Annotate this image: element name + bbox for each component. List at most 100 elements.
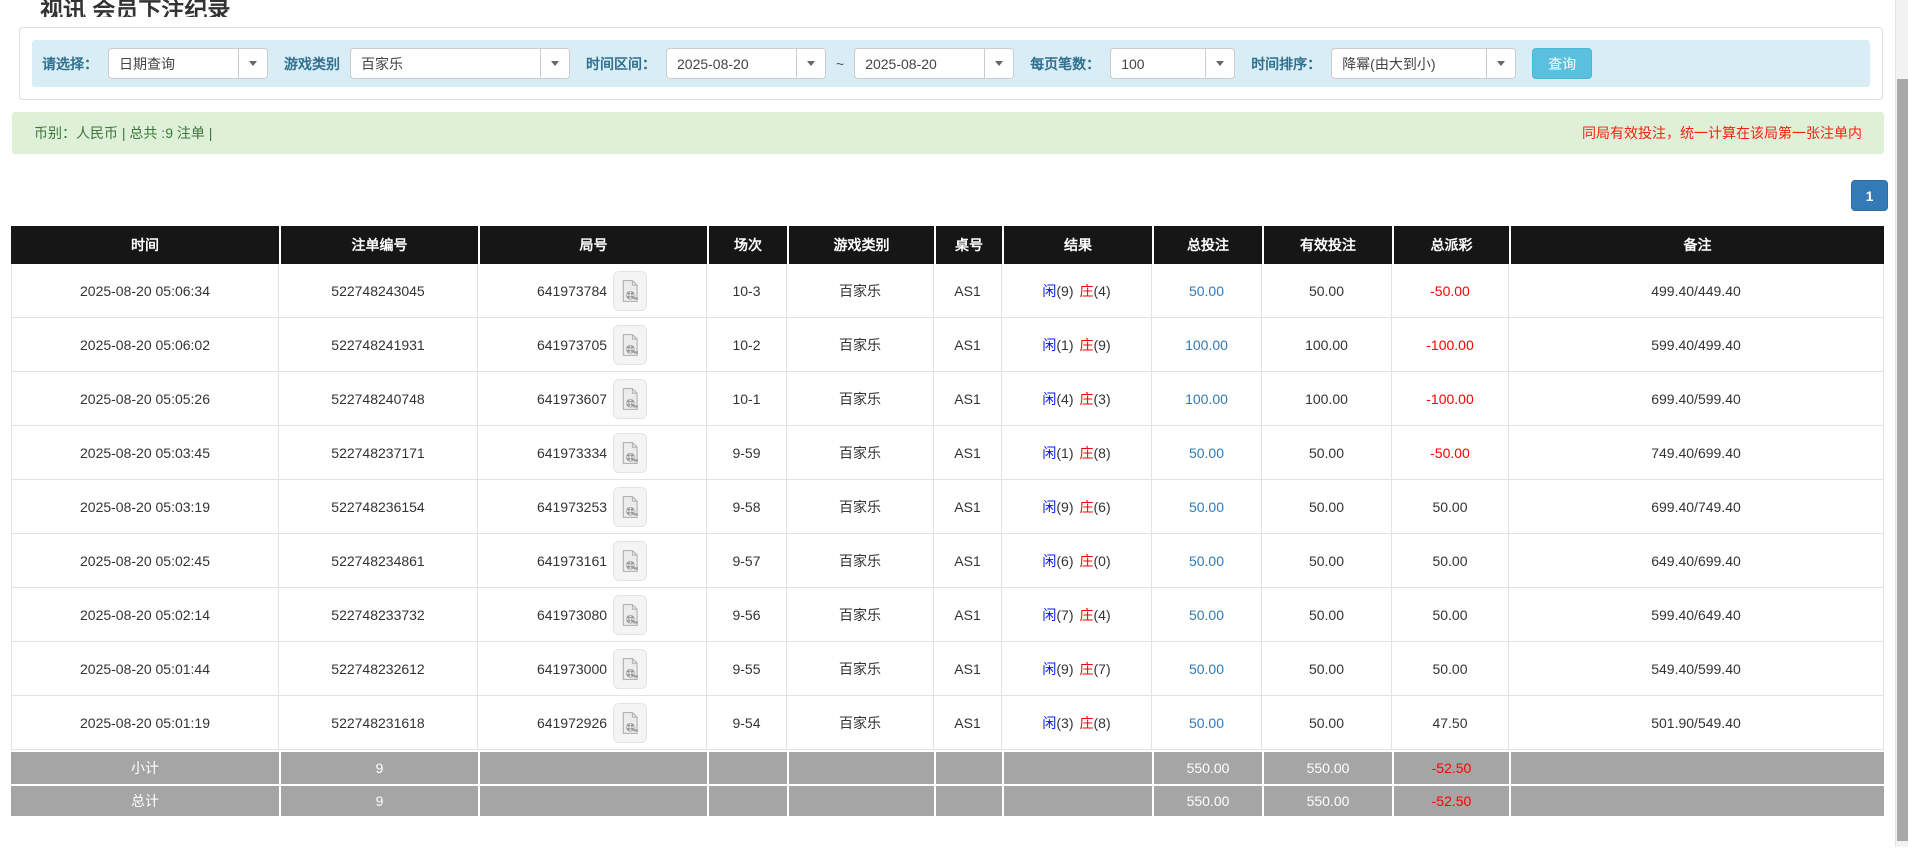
date-from-input[interactable]: 2025-08-20 <box>666 48 826 79</box>
header-session: 场次 <box>707 226 787 264</box>
video-replay-icon[interactable] <box>613 541 647 581</box>
date-from-value: 2025-08-20 <box>667 49 796 78</box>
table-row: 2025-08-20 05:03:45 522748237171 6419733… <box>11 426 1884 480</box>
total-bet-cell: 50.00 <box>1152 642 1262 696</box>
remark-cell: 549.40/599.40 <box>1509 642 1884 696</box>
remark-cell: 649.40/699.40 <box>1509 534 1884 588</box>
player-result-label: 闲 <box>1042 607 1056 623</box>
valid-bet-cell: 50.00 <box>1262 426 1392 480</box>
round-cell: 641973705 <box>478 318 707 372</box>
time-cell: 2025-08-20 05:01:44 <box>11 642 279 696</box>
player-result-label: 闲 <box>1042 337 1056 353</box>
game-category-select[interactable]: 百家乐 <box>350 48 570 79</box>
video-replay-icon[interactable] <box>613 595 647 635</box>
session-cell: 9-58 <box>707 480 787 534</box>
date-to-value: 2025-08-20 <box>855 49 984 78</box>
video-replay-icon[interactable] <box>613 487 647 527</box>
filter-panel: 请选择： 日期查询 游戏类别 百家乐 时间区间： 2025-08-20 ~ 20… <box>19 27 1883 100</box>
player-result-score: (9) <box>1056 283 1073 299</box>
summary-bar: 币别：人民币 | 总共 :9 注单 | 同局有效投注，统一计算在该局第一张注单内 <box>12 112 1884 154</box>
time-sort-select[interactable]: 降幂(由大到小) <box>1331 48 1516 79</box>
game-cell: 百家乐 <box>787 318 934 372</box>
bet-id-cell: 522748243045 <box>279 264 478 318</box>
video-replay-icon[interactable] <box>613 433 647 473</box>
banker-result-label: 庄 <box>1080 661 1094 677</box>
subtotal-total-bet: 550.00 <box>1152 750 1262 784</box>
player-result-label: 闲 <box>1042 499 1056 515</box>
query-type-select[interactable]: 日期查询 <box>108 48 268 79</box>
header-valid-bet: 有效投注 <box>1262 226 1392 264</box>
vertical-scrollbar[interactable] <box>1895 0 1908 847</box>
total-bet-cell: 100.00 <box>1152 318 1262 372</box>
banker-result-score: (0) <box>1094 553 1111 569</box>
total-payout: -52.50 <box>1392 784 1509 818</box>
round-cell: 641973334 <box>478 426 707 480</box>
remark-cell: 501.90/549.40 <box>1509 696 1884 750</box>
banker-result-score: (3) <box>1094 391 1111 407</box>
page-size-select[interactable]: 100 <box>1110 48 1235 79</box>
banker-result-score: (4) <box>1094 283 1111 299</box>
payout-cell: 50.00 <box>1392 534 1509 588</box>
page-size-label: 每页笔数： <box>1030 54 1100 74</box>
bet-id-cell: 522748232612 <box>279 642 478 696</box>
valid-bet-cell: 50.00 <box>1262 642 1392 696</box>
round-cell: 641973607 <box>478 372 707 426</box>
time-cell: 2025-08-20 05:06:34 <box>11 264 279 318</box>
player-result-label: 闲 <box>1042 553 1056 569</box>
subtotal-count: 9 <box>279 750 478 784</box>
table-cell: AS1 <box>934 588 1002 642</box>
round-cell: 641973080 <box>478 588 707 642</box>
header-result: 结果 <box>1002 226 1152 264</box>
video-replay-icon[interactable] <box>613 379 647 419</box>
bet-id-cell: 522748231618 <box>279 696 478 750</box>
time-sort-label: 时间排序： <box>1251 54 1321 74</box>
player-result-label: 闲 <box>1042 445 1056 461</box>
round-number: 641973607 <box>537 391 607 407</box>
game-category-label: 游戏类别 <box>284 54 340 74</box>
banker-result-score: (9) <box>1094 337 1111 353</box>
banker-result-label: 庄 <box>1080 553 1094 569</box>
remark-cell: 699.40/749.40 <box>1509 480 1884 534</box>
scrollbar-thumb[interactable] <box>1897 79 1908 841</box>
chevron-down-icon <box>540 49 569 78</box>
table-row: 2025-08-20 05:01:44 522748232612 6419730… <box>11 642 1884 696</box>
banker-result-label: 庄 <box>1080 607 1094 623</box>
remark-cell: 499.40/449.40 <box>1509 264 1884 318</box>
video-replay-icon[interactable] <box>613 703 647 743</box>
chevron-down-icon <box>1205 49 1234 78</box>
player-result-score: (9) <box>1056 661 1073 677</box>
summary-currency-count: 币别：人民币 | 总共 :9 注单 | <box>34 123 212 143</box>
player-result-label: 闲 <box>1042 661 1056 677</box>
date-to-input[interactable]: 2025-08-20 <box>854 48 1014 79</box>
pagination-page-1[interactable]: 1 <box>1851 180 1888 211</box>
payout-cell: -100.00 <box>1392 318 1509 372</box>
total-bet-cell: 50.00 <box>1152 588 1262 642</box>
session-cell: 9-59 <box>707 426 787 480</box>
result-cell: 闲(9)庄(4) <box>1002 264 1152 318</box>
video-replay-icon[interactable] <box>613 649 647 689</box>
remark-cell: 749.40/699.40 <box>1509 426 1884 480</box>
round-number: 641973334 <box>537 445 607 461</box>
game-cell: 百家乐 <box>787 696 934 750</box>
query-type-value: 日期查询 <box>109 49 238 78</box>
table-row: 2025-08-20 05:06:34 522748243045 6419737… <box>11 264 1884 318</box>
remark-cell: 599.40/499.40 <box>1509 318 1884 372</box>
chevron-down-icon <box>984 49 1013 78</box>
payout-cell: -50.00 <box>1392 426 1509 480</box>
subtotal-valid-bet: 550.00 <box>1262 750 1392 784</box>
table-row: 2025-08-20 05:02:14 522748233732 6419730… <box>11 588 1884 642</box>
video-replay-icon[interactable] <box>613 325 647 365</box>
total-bet-cell: 50.00 <box>1152 696 1262 750</box>
video-replay-icon[interactable] <box>613 271 647 311</box>
player-result-label: 闲 <box>1042 283 1056 299</box>
player-result-score: (1) <box>1056 337 1073 353</box>
search-button[interactable]: 查询 <box>1532 48 1592 79</box>
game-category-value: 百家乐 <box>351 49 540 78</box>
payout-cell: 50.00 <box>1392 588 1509 642</box>
round-number: 641973080 <box>537 607 607 623</box>
game-cell: 百家乐 <box>787 534 934 588</box>
table-row: 2025-08-20 05:02:45 522748234861 6419731… <box>11 534 1884 588</box>
time-cell: 2025-08-20 05:06:02 <box>11 318 279 372</box>
round-cell: 641973253 <box>478 480 707 534</box>
page-size-value: 100 <box>1111 49 1205 78</box>
